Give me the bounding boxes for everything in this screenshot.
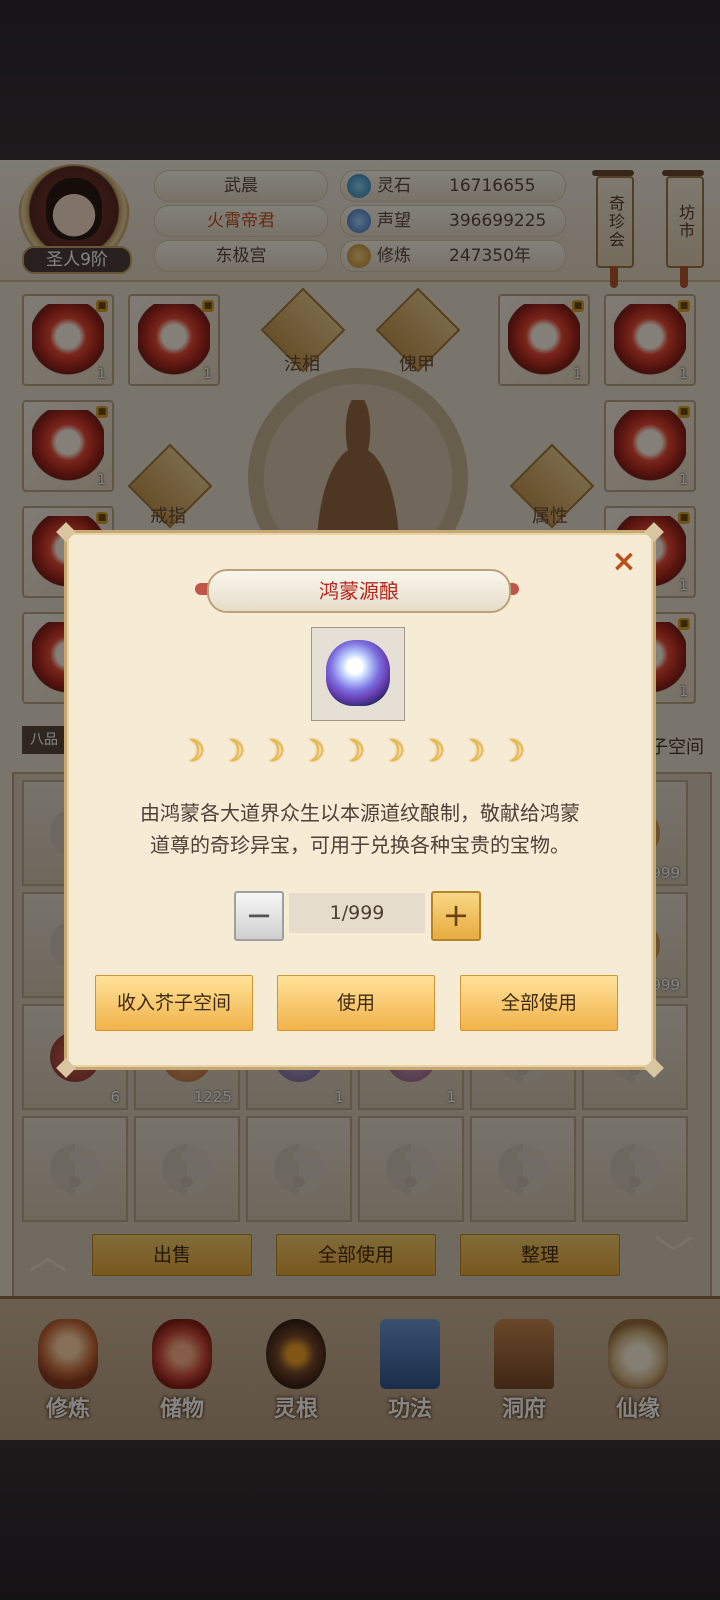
moon-star-icon: ☽ [498,734,526,769]
description-line: 道尊的奇珍异宝，可用于兑换各种宝贵的宝物。 [150,833,570,857]
close-icon[interactable]: × [607,545,641,579]
moon-star-icon: ☽ [258,734,286,769]
moon-star-icon: ☽ [178,734,206,769]
moon-star-icon: ☽ [458,734,486,769]
item-description: 由鸿蒙各大道界众生以本源道纹酿制，敬献给鸿蒙 道尊的奇珍异宝，可用于兑换各种宝贵… [97,797,623,861]
moon-star-icon: ☽ [298,734,326,769]
item-name: 鸿蒙源酿 [207,569,511,613]
moon-star-icon: ☽ [218,734,246,769]
decrease-button[interactable]: − [234,891,284,941]
item-icon-box [311,627,405,721]
item-detail-dialog: × 鸿蒙源酿 ☽ ☽ ☽ ☽ ☽ ☽ ☽ ☽ ☽ 由鸿蒙各大道界众生以本源道纹酿… [56,522,664,1078]
description-line: 由鸿蒙各大道界众生以本源道纹酿制，敬献给鸿蒙 [140,801,580,825]
increase-button[interactable]: + [431,891,481,941]
quantity-field[interactable]: 1/999 [289,893,425,933]
wine-pot-icon [326,640,390,706]
use-all-button[interactable]: 全部使用 [460,975,618,1031]
moon-star-icon: ☽ [338,734,366,769]
moon-star-icon: ☽ [378,734,406,769]
moon-star-icon: ☽ [418,734,446,769]
use-button[interactable]: 使用 [277,975,435,1031]
store-to-space-button[interactable]: 收入芥子空间 [95,975,253,1031]
